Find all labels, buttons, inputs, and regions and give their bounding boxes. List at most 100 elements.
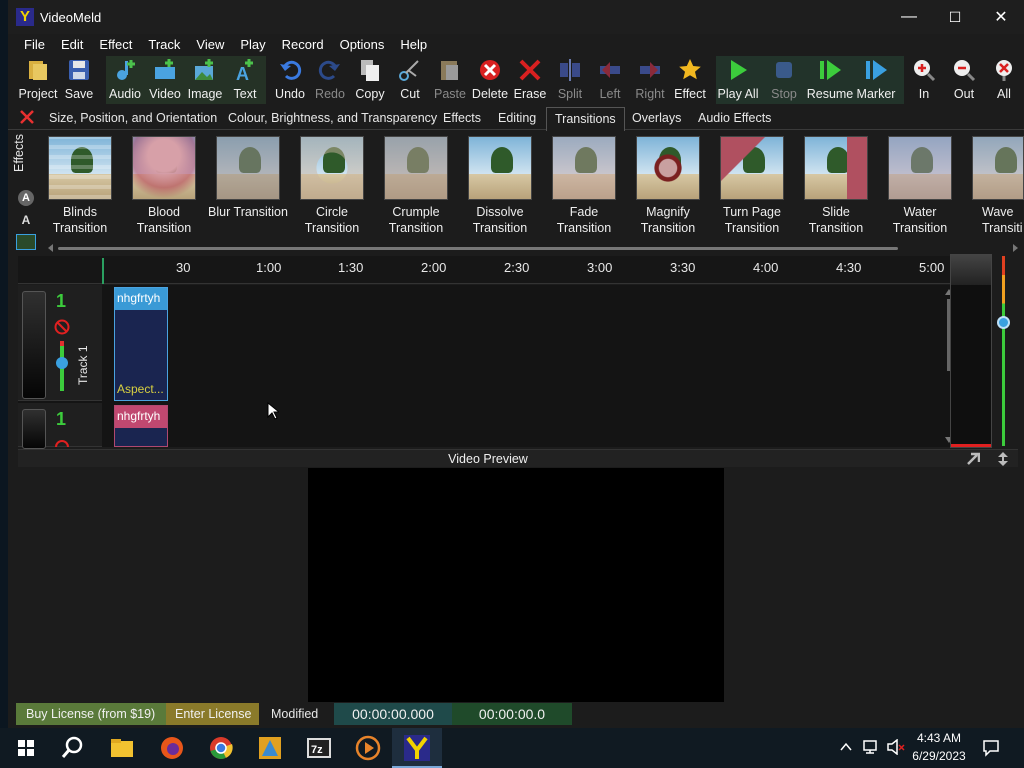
gallery-scroll-thumb[interactable]	[58, 247, 898, 250]
scroll-left-icon[interactable]	[48, 244, 53, 252]
wave-transition-thumb[interactable]	[972, 136, 1024, 200]
track-name: Track 1	[76, 345, 90, 385]
fade-transition-thumb[interactable]	[552, 136, 616, 200]
turn-page-transition-thumb[interactable]	[720, 136, 784, 200]
maximize-button[interactable]: ☐	[932, 0, 978, 34]
save-button[interactable]: Save	[59, 56, 99, 104]
magnify-transition-label: Magnify Transition	[640, 205, 696, 235]
minimize-button[interactable]: —	[886, 0, 932, 34]
notifications-icon[interactable]	[982, 739, 1000, 757]
track-volume-slider[interactable]	[22, 291, 46, 399]
resize-vertical-icon[interactable]	[996, 452, 1010, 466]
windows-start-icon[interactable]	[12, 734, 40, 762]
menu-view[interactable]: View	[188, 36, 232, 56]
menu-options[interactable]: Options	[332, 36, 393, 56]
ruler-tick: 30	[176, 260, 191, 275]
text-effect-a-icon[interactable]: A	[18, 190, 34, 206]
7zip-icon[interactable]: 7z	[305, 734, 333, 762]
timeline-clip[interactable]: nhgfrtyh	[114, 405, 168, 447]
tab-audio-effects[interactable]: Audio Effects	[698, 111, 771, 125]
slide-transition-label: Slide Transition	[808, 205, 864, 235]
undock-icon[interactable]	[966, 452, 980, 466]
circle-transition-thumb[interactable]	[300, 136, 364, 200]
marker-icon	[866, 60, 887, 80]
blur-transition-thumb[interactable]	[216, 136, 280, 200]
dissolve-transition-thumb[interactable]	[468, 136, 532, 200]
split-icon	[560, 59, 580, 81]
timeline-clip[interactable]: nhgfrtyh Aspect...	[114, 287, 168, 401]
blinds-transition-thumb[interactable]	[48, 136, 112, 200]
menu-edit[interactable]: Edit	[53, 36, 91, 56]
image-effect-icon[interactable]	[16, 234, 36, 250]
effects-sidebar: Effects A A	[8, 130, 40, 254]
stop-button[interactable]: Stop	[764, 56, 804, 104]
crumple-transition-thumb[interactable]	[384, 136, 448, 200]
track-level-knob[interactable]	[56, 357, 68, 369]
menu-help[interactable]: Help	[392, 36, 435, 56]
menu-track[interactable]: Track	[140, 36, 188, 56]
gallery-scrollbar[interactable]	[48, 244, 1018, 252]
blood-transition-thumb[interactable]	[132, 136, 196, 200]
clock-date[interactable]: 6/29/2023	[910, 749, 968, 763]
slide-transition-thumb[interactable]	[804, 136, 868, 200]
menu-file[interactable]: File	[8, 36, 53, 56]
erase-icon	[519, 59, 541, 81]
scroll-right-icon[interactable]	[1013, 244, 1018, 252]
clock-time[interactable]: 4:43 AM	[910, 731, 968, 745]
track-area[interactable]: 1 Track 1 1 nhgfrtyh Aspect... nhgfrtyh	[18, 285, 953, 449]
video-preview-canvas[interactable]	[308, 468, 724, 702]
tab-colour-brightness[interactable]: Colour, Brightness, and Transparency	[228, 111, 437, 125]
mute-icon[interactable]	[54, 437, 70, 447]
mute-icon[interactable]	[54, 319, 70, 335]
close-button[interactable]: ✕	[978, 0, 1024, 34]
zoom-all-button[interactable]: All	[984, 56, 1024, 104]
close-panel-icon[interactable]	[20, 110, 34, 124]
menu-effect[interactable]: Effect	[91, 36, 140, 56]
text-effect-b-icon[interactable]: A	[18, 212, 34, 228]
turn-page-transition-label: Turn Page Transition	[723, 205, 781, 235]
chrome-icon[interactable]	[207, 734, 235, 762]
zoom-all-icon	[996, 60, 1012, 81]
ruler-tick: 5:00	[919, 260, 945, 275]
chevron-up-icon[interactable]	[840, 742, 852, 752]
svg-text:7z: 7z	[311, 744, 323, 756]
enter-license-button[interactable]: Enter License	[166, 703, 259, 725]
tab-overlays[interactable]: Overlays	[632, 111, 681, 125]
volume-muted-icon[interactable]	[886, 739, 906, 755]
media-player-icon[interactable]	[354, 734, 382, 762]
buy-license-button[interactable]: Buy License (from $19)	[16, 703, 166, 725]
effect-button[interactable]: Effect	[670, 56, 710, 104]
videomeld-taskbar-button[interactable]	[392, 728, 442, 768]
ruler-tick: 4:30	[836, 260, 862, 275]
paint-app-icon[interactable]	[256, 734, 284, 762]
transitions-gallery: Effects A A Blinds Transition Blood Transi…	[8, 130, 1024, 254]
search-icon[interactable]	[58, 734, 86, 762]
blood-transition-label: Blood Transition	[136, 205, 192, 235]
taskbar: 7z 4:43 AM 6/29/2023	[0, 728, 1024, 768]
network-icon[interactable]	[862, 739, 880, 755]
tab-effects[interactable]: Effects	[443, 111, 481, 125]
timeline-ruler[interactable]: 30 1:00 1:30 2:00 2:30 3:00 3:30 4:00 4:…	[18, 256, 950, 284]
track-number: 1	[56, 409, 67, 429]
file-explorer-icon[interactable]	[108, 734, 136, 762]
marker-button[interactable]: Marker	[856, 56, 896, 104]
videomeld-icon	[404, 735, 430, 761]
water-transition-thumb[interactable]	[888, 136, 952, 200]
magnify-transition-thumb[interactable]	[636, 136, 700, 200]
time-total: 00:00:00.0	[452, 703, 572, 725]
menu-play[interactable]: Play	[232, 36, 273, 56]
project-icon	[29, 61, 47, 80]
master-volume-knob[interactable]	[997, 316, 1010, 329]
play-all-button[interactable]: Play All	[718, 56, 759, 104]
add-text-button[interactable]: A Text	[225, 56, 265, 104]
audio-level-meter	[950, 254, 992, 448]
master-volume-bar	[1002, 256, 1005, 446]
firefox-icon[interactable]	[158, 734, 186, 762]
resume-button[interactable]: Resume	[807, 56, 853, 104]
tab-size-position[interactable]: Size, Position, and Orientation	[49, 111, 217, 125]
track-volume-slider[interactable]	[22, 409, 46, 449]
tab-transitions[interactable]: Transitions	[546, 107, 625, 131]
menu-record[interactable]: Record	[274, 36, 332, 56]
tab-editing[interactable]: Editing	[498, 111, 536, 125]
playhead[interactable]	[102, 258, 104, 284]
